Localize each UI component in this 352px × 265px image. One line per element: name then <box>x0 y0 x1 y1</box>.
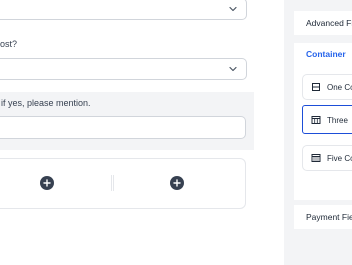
five-column-icon <box>311 153 321 163</box>
column-resize-handle[interactable] <box>111 175 114 191</box>
sidebar-item-one-column[interactable]: One Co <box>302 74 352 100</box>
plus-icon <box>43 179 51 187</box>
two-column-container <box>0 158 246 209</box>
chevron-down-icon[interactable] <box>228 4 238 14</box>
three-column-icon <box>311 115 321 125</box>
mention-text-input[interactable] <box>0 116 246 139</box>
container-title[interactable]: Container <box>306 49 346 59</box>
field-sidebar: Advanced Fi Container One Co Three Five … <box>284 0 352 265</box>
sidebar-item-label: Three <box>327 116 348 125</box>
chevron-down-icon[interactable] <box>228 64 238 74</box>
form-canvas: ost? if yes, please mention. <box>0 0 284 265</box>
add-field-right-button[interactable] <box>170 176 184 190</box>
plus-icon <box>173 179 181 187</box>
sidebar-item-label: One Co <box>327 83 352 92</box>
sidebar-item-three-column[interactable]: Three <box>302 105 352 134</box>
question-label-cost: ost? <box>0 39 18 49</box>
sidebar-item-five-column[interactable]: Five Co <box>302 145 352 171</box>
advanced-fields-title[interactable]: Advanced Fi <box>306 18 352 28</box>
select-field-cost[interactable] <box>0 58 247 80</box>
payment-fields-title[interactable]: Payment Fie <box>306 212 352 222</box>
container-card: Container One Co Three Five Co <box>294 43 352 200</box>
add-field-left-button[interactable] <box>40 176 54 190</box>
one-column-icon <box>311 82 321 92</box>
question-label-mention: if yes, please mention. <box>1 98 91 108</box>
payment-fields-card[interactable]: Payment Fie <box>294 205 352 229</box>
advanced-fields-card[interactable]: Advanced Fi <box>294 11 352 35</box>
select-field-top[interactable] <box>0 0 247 20</box>
sidebar-item-label: Five Co <box>327 154 352 163</box>
